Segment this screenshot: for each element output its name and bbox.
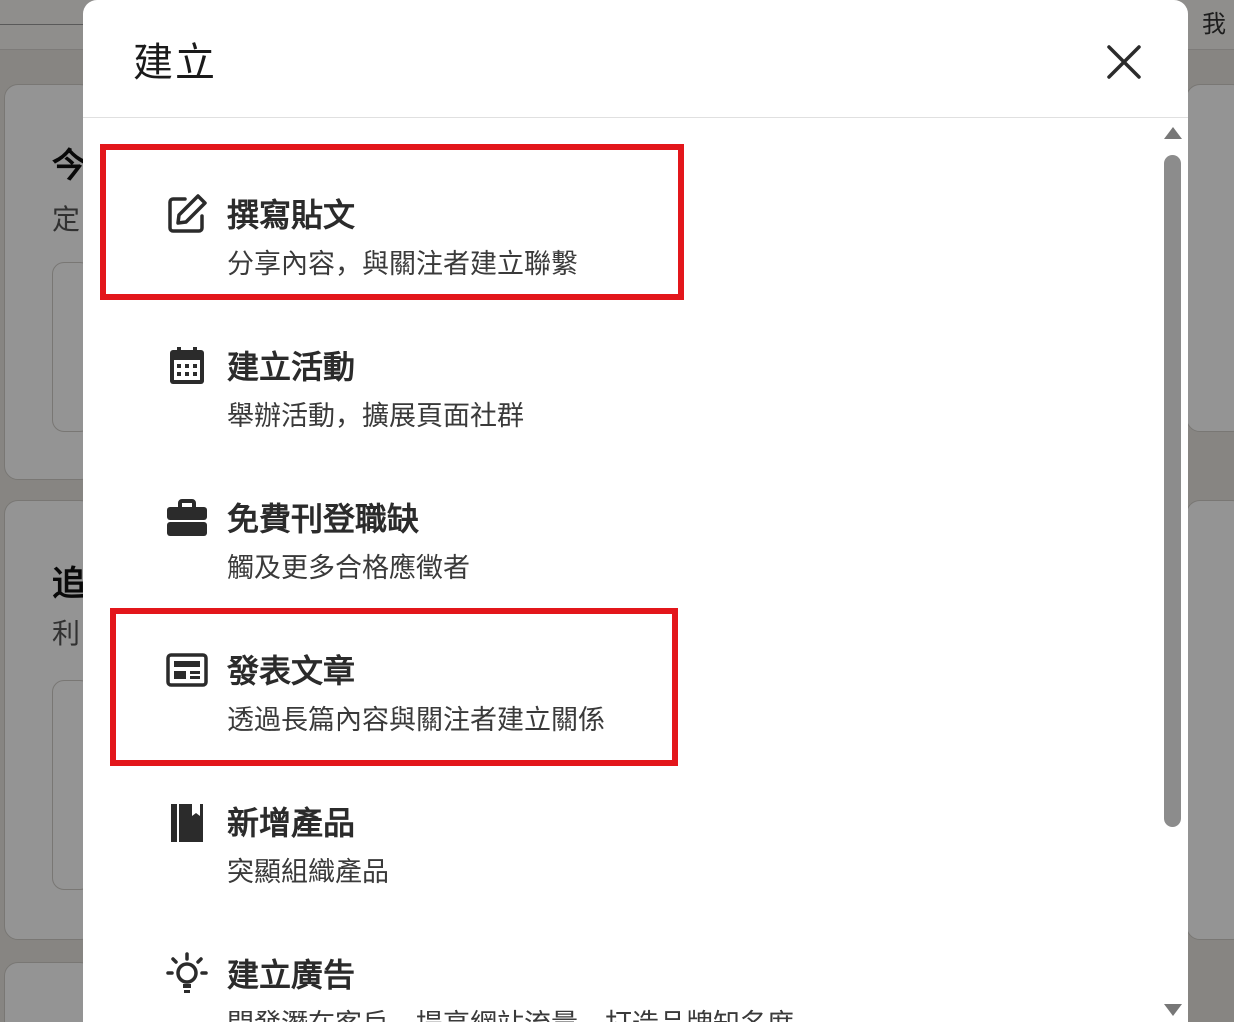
option-title: 建立廣告 [227, 956, 356, 994]
option-description: 分享內容，與關注者建立聯繫 [227, 249, 578, 280]
dialog-title: 建立 [133, 40, 217, 86]
option-title: 建立活動 [227, 348, 356, 386]
dialog-scrollbar[interactable] [1158, 119, 1188, 1022]
option-write-post[interactable]: 撰寫貼文 分享內容，與關注者建立聯繫 [83, 160, 1158, 312]
calendar-icon [170, 347, 204, 384]
scroll-thumb[interactable] [1164, 155, 1181, 827]
option-add-product[interactable]: 新增產品 突顯組織產品 [83, 768, 1158, 920]
option-title: 新增產品 [227, 804, 356, 842]
option-description: 舉辦活動，擴展頁面社群 [227, 401, 524, 432]
scroll-up-arrow-icon[interactable] [1164, 127, 1182, 139]
option-description: 透過長篇內容與關注者建立關係 [227, 705, 605, 736]
option-description: 觸及更多合格應徵者 [227, 553, 470, 584]
option-post-job[interactable]: 免費刊登職缺 觸及更多合格應徵者 [83, 464, 1158, 616]
option-description: 開發潛在客戶、提高網站流量、打造品牌知名度 [227, 1002, 794, 1022]
option-create-event[interactable]: 建立活動 舉辦活動，擴展頁面社群 [83, 312, 1158, 464]
article-icon [166, 653, 208, 687]
option-create-ad[interactable]: 建立廣告 開發潛在客戶、提高網站流量、打造品牌知名度 [83, 920, 1158, 1022]
lightbulb-icon [166, 952, 208, 993]
briefcase-icon [167, 499, 207, 536]
scroll-down-arrow-icon[interactable] [1164, 1004, 1182, 1016]
book-icon [171, 804, 203, 842]
option-title: 免費刊登職缺 [227, 500, 420, 538]
pencil-square-icon [168, 194, 207, 233]
option-description: 突顯組織產品 [227, 857, 389, 888]
create-options-list: 撰寫貼文 分享內容，與關注者建立聯繫 建立活動 舉辦活動，擴展頁面社群 免費刊登… [83, 119, 1158, 1022]
dialog-header: 建立 [83, 0, 1188, 118]
option-title: 撰寫貼文 [227, 196, 356, 234]
option-title: 發表文章 [227, 652, 356, 690]
create-dialog: 建立 撰寫貼文 分享內容，與關注者建立聯繫 建立活動 舉辦活動，擴展頁面社群 免… [83, 0, 1188, 1022]
close-icon [1107, 45, 1141, 79]
option-write-article[interactable]: 發表文章 透過長篇內容與關注者建立關係 [83, 616, 1158, 768]
close-button[interactable] [1100, 38, 1148, 86]
